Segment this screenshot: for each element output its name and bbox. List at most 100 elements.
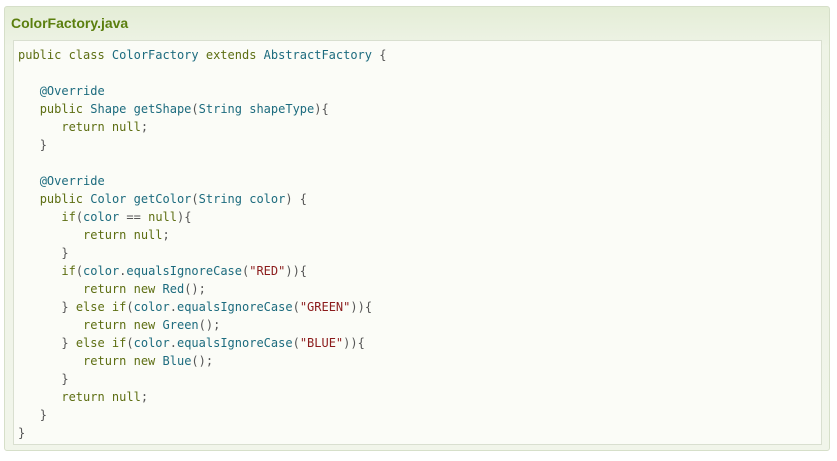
code-line: return new Red(); [18, 280, 821, 298]
code-token: return new [83, 282, 163, 296]
code-token: Blue [162, 354, 192, 368]
code-token: ){ [314, 102, 329, 116]
code-line: } [18, 424, 821, 442]
code-listing[interactable]: public class ColorFactory extends Abstra… [13, 40, 822, 445]
code-line: return null; [18, 388, 821, 406]
code-token: public class [18, 48, 112, 62]
code-line: @Override [18, 82, 821, 100]
code-token: { [379, 48, 387, 62]
code-token: extends [205, 48, 264, 62]
code-token: } [18, 426, 26, 440]
code-token: @Override [39, 174, 105, 188]
code-token: ColorFactory [111, 48, 206, 62]
code-token: ( [75, 210, 84, 224]
code-line: } [18, 406, 821, 424]
code-token: "GREEN" [299, 300, 351, 314]
code-token: } [61, 300, 76, 314]
code-token: Red [162, 282, 185, 296]
code-token: == [126, 210, 149, 224]
code-token: else if [75, 300, 127, 314]
file-title: ColorFactory.java [11, 15, 129, 31]
code-token: ; [140, 120, 149, 134]
code-token: } [61, 372, 69, 386]
code-token: color [83, 264, 120, 278]
code-token: ( [191, 102, 199, 116]
code-token: "BLUE" [299, 336, 344, 350]
code-token: if [61, 264, 76, 278]
code-token: return null [61, 390, 141, 404]
code-token: (); [198, 318, 221, 332]
code-token: return null [61, 120, 141, 134]
code-line: @Override [18, 172, 821, 190]
code-token: ( [75, 264, 84, 278]
code-line: } [18, 136, 821, 154]
code-token: public [39, 102, 91, 116]
code-token: equalsIgnoreCase [176, 300, 293, 314]
code-line: } [18, 244, 821, 262]
code-line: public Shape getShape(String shapeType){ [18, 100, 821, 118]
code-token: "RED" [249, 264, 286, 278]
code-line: } else if(color.equalsIgnoreCase("BLUE")… [18, 334, 821, 352]
code-token: } [39, 408, 47, 422]
code-token: ){ [177, 210, 192, 224]
code-token: Color getColor [90, 192, 192, 206]
code-token: return new [83, 354, 163, 368]
code-token: return new [83, 318, 163, 332]
code-token: ) { [285, 192, 308, 206]
code-line: return new Green(); [18, 316, 821, 334]
code-token: (); [184, 282, 206, 296]
code-token: color [133, 300, 170, 314]
code-token: else if [75, 336, 127, 350]
code-token: equalsIgnoreCase [126, 264, 242, 278]
code-token: . [169, 300, 177, 314]
code-token: ( [191, 192, 199, 206]
code-block-panel: ColorFactory.java public class ColorFact… [4, 6, 830, 451]
code-token: null [148, 210, 177, 224]
code-token: )){ [285, 264, 308, 278]
code-token: (); [191, 354, 214, 368]
code-token: ( [292, 300, 300, 314]
code-line: return new Blue(); [18, 352, 821, 370]
code-token: if [61, 210, 76, 224]
code-line: public class ColorFactory extends Abstra… [18, 46, 821, 64]
code-line: if(color == null){ [18, 208, 821, 226]
code-token: )){ [350, 300, 373, 314]
code-token: Shape getShape [90, 102, 192, 116]
code-token: } [61, 336, 76, 350]
code-token: color [83, 210, 127, 224]
code-token: return null [83, 228, 163, 242]
code-line: } [18, 370, 821, 388]
code-token: )){ [343, 336, 365, 350]
code-line: } else if(color.equalsIgnoreCase("GREEN"… [18, 298, 821, 316]
code-token: @Override [39, 84, 105, 98]
code-token: ( [126, 336, 134, 350]
code-token: AbstractFactory [263, 48, 380, 62]
code-token: } [39, 138, 47, 152]
code-token: Green [162, 318, 199, 332]
code-line: public Color getColor(String color) { [18, 190, 821, 208]
code-token: equalsIgnoreCase [176, 336, 293, 350]
code-line: if(color.equalsIgnoreCase("RED")){ [18, 262, 821, 280]
code-line: return null; [18, 226, 821, 244]
code-token: } [61, 246, 69, 260]
